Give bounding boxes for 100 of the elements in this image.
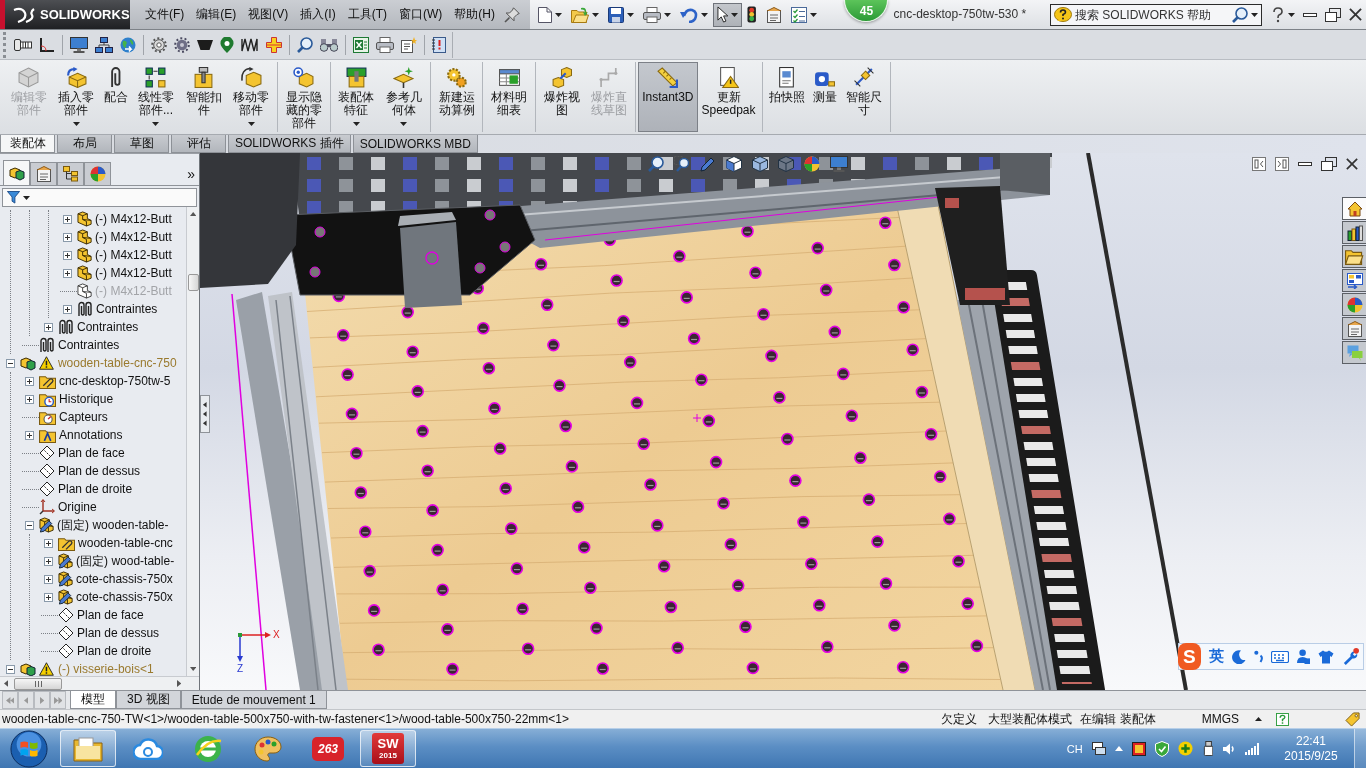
caret-up-icon[interactable]	[1255, 717, 1262, 721]
tree-item[interactable]: (-) M4x12-Butt	[58, 246, 186, 264]
task-pane-tab[interactable]	[1342, 221, 1366, 244]
view-tab[interactable]: 3D 视图	[116, 691, 181, 709]
panel-tab[interactable]	[30, 162, 57, 185]
task-pane-tab[interactable]	[1342, 317, 1366, 340]
menu-item[interactable]: 插入(I)	[294, 2, 342, 27]
tree-item[interactable]: cote-chassis-750x	[39, 570, 186, 588]
clock-date[interactable]: 2015/9/25	[1284, 748, 1338, 764]
user-icon[interactable]	[1296, 649, 1310, 664]
globe-icon[interactable]	[120, 36, 136, 53]
view-tab[interactable]: 模型	[70, 691, 116, 709]
gear-icon[interactable]	[151, 36, 167, 53]
tree-item[interactable]: Contraintes	[58, 300, 186, 318]
tree-item[interactable]: Plan de face	[39, 606, 186, 624]
more-tabs-button[interactable]: »	[187, 163, 195, 185]
printer-icon[interactable]	[376, 36, 394, 53]
spreadsheet-icon[interactable]	[353, 36, 369, 53]
menu-item[interactable]: 窗口(W)	[393, 2, 449, 27]
moon-icon[interactable]	[1231, 649, 1246, 664]
screens-icon[interactable]	[1091, 741, 1106, 756]
plus-box-icon[interactable]	[63, 268, 72, 278]
tree-item[interactable]: wooden-table-cnc	[39, 534, 186, 552]
ribbon-button[interactable]: 显示隐藏的零部件	[279, 62, 328, 132]
view-tab[interactable]: Etude de mouvement 1	[180, 691, 327, 709]
plus-box-icon[interactable]	[44, 574, 53, 584]
shaded-cube-icon[interactable]	[778, 156, 794, 172]
plus-circle-icon[interactable]	[1177, 741, 1193, 756]
plus-box-icon[interactable]	[44, 556, 53, 566]
tree-item[interactable]: Annotations	[20, 426, 186, 444]
tree-item[interactable]: (-) M4x12-Butt	[58, 210, 186, 228]
collapse-panel-handle[interactable]	[200, 395, 210, 433]
trapezoid-icon[interactable]	[197, 39, 213, 50]
menu-item[interactable]: 编辑(E)	[190, 2, 243, 27]
angle-icon[interactable]	[39, 36, 55, 53]
plus-box-icon[interactable]	[25, 376, 34, 386]
tile-left-icon[interactable]	[1252, 157, 1266, 171]
ribbon-button[interactable]: 更新Speedpak	[697, 62, 760, 132]
ribbon-button[interactable]: 线性零部件...	[132, 62, 180, 132]
panel-tab[interactable]	[57, 162, 84, 185]
ribbon-button[interactable]: 材料明细表	[485, 62, 533, 132]
vertical-scrollbar[interactable]	[186, 207, 199, 676]
tree-item[interactable]: Plan de face	[20, 444, 186, 462]
color-ball-icon[interactable]	[804, 156, 820, 172]
command-tab[interactable]: 评估	[171, 135, 226, 153]
ribbon-button[interactable]: 装配体特征	[332, 62, 381, 132]
cube-icon[interactable]	[752, 156, 768, 172]
square-app-icon[interactable]	[1131, 741, 1146, 756]
ribbon-button[interactable]: 配合	[100, 62, 133, 132]
command-tab[interactable]: 布局	[57, 135, 112, 153]
bolt-icon[interactable]	[14, 38, 32, 51]
command-tab[interactable]: SOLIDWORKS MBD	[352, 135, 479, 153]
close-icon[interactable]	[1346, 158, 1358, 170]
task-pane-tab[interactable]	[1342, 245, 1366, 268]
task-pane-tab[interactable]	[1342, 293, 1366, 316]
speaker-icon[interactable]	[1222, 741, 1236, 756]
magnifier-icon[interactable]	[648, 156, 664, 172]
panel-tab[interactable]	[3, 160, 30, 185]
search-field[interactable]: 搜索 SOLIDWORKS 帮助	[1050, 3, 1262, 26]
scrollbar-thumb[interactable]	[187, 274, 199, 291]
shield-icon[interactable]	[1154, 740, 1169, 757]
taskbar-button[interactable]: SW 2015	[360, 730, 416, 767]
ribbon-button[interactable]: 插入零部件	[52, 62, 101, 132]
task-pane-tab[interactable]	[1342, 197, 1366, 220]
tree-item[interactable]: Contraintes	[20, 336, 186, 354]
pencil-icon[interactable]	[700, 156, 716, 172]
ribbon-button[interactable]: 新建运动算例	[432, 62, 481, 132]
minimize-icon[interactable]	[1298, 162, 1312, 166]
taskbar-button[interactable]	[60, 730, 116, 767]
tree-item[interactable]: (固定) wood-table-	[39, 552, 186, 570]
punctuation-icon[interactable]	[1253, 650, 1263, 663]
ribbon-button[interactable]: 测量	[808, 62, 841, 132]
wrench-icon[interactable]	[1342, 648, 1359, 665]
menu-item[interactable]: 工具(T)	[341, 2, 393, 27]
cross-icon[interactable]	[266, 36, 282, 53]
tree-item[interactable]: Plan de dessus	[39, 624, 186, 642]
tree-item[interactable]: Plan de droite	[20, 480, 186, 498]
tree-item[interactable]: Capteurs	[20, 408, 186, 426]
tag-icon[interactable]	[1345, 711, 1360, 727]
menu-item[interactable]: 帮助(H)	[448, 2, 501, 27]
monitor-icon[interactable]	[70, 36, 88, 53]
menu-item[interactable]: 视图(V)	[242, 2, 295, 27]
plus-box-icon[interactable]	[63, 232, 72, 242]
language-mode-button[interactable]: 英	[1208, 647, 1224, 666]
network-icon[interactable]	[95, 36, 113, 53]
tree-item[interactable]: Contraintes	[39, 318, 186, 336]
cog-icon[interactable]	[174, 36, 190, 53]
tile-right-icon[interactable]	[1275, 157, 1289, 171]
minus-box-icon[interactable]	[6, 664, 15, 674]
tree-item[interactable]: cote-chassis-750x	[39, 588, 186, 606]
section-cube-icon[interactable]	[726, 156, 742, 172]
plus-box-icon[interactable]	[44, 592, 53, 602]
task-pane-tab[interactable]	[1342, 341, 1366, 364]
plus-box-icon[interactable]	[25, 394, 34, 404]
shirt-icon[interactable]	[1318, 649, 1334, 664]
minus-box-icon[interactable]	[6, 358, 15, 368]
select-button[interactable]	[713, 2, 743, 27]
document-star-icon[interactable]	[401, 36, 417, 53]
horizontal-scrollbar[interactable]	[0, 676, 199, 690]
ribbon-button[interactable]: 参考几何体	[380, 62, 428, 132]
